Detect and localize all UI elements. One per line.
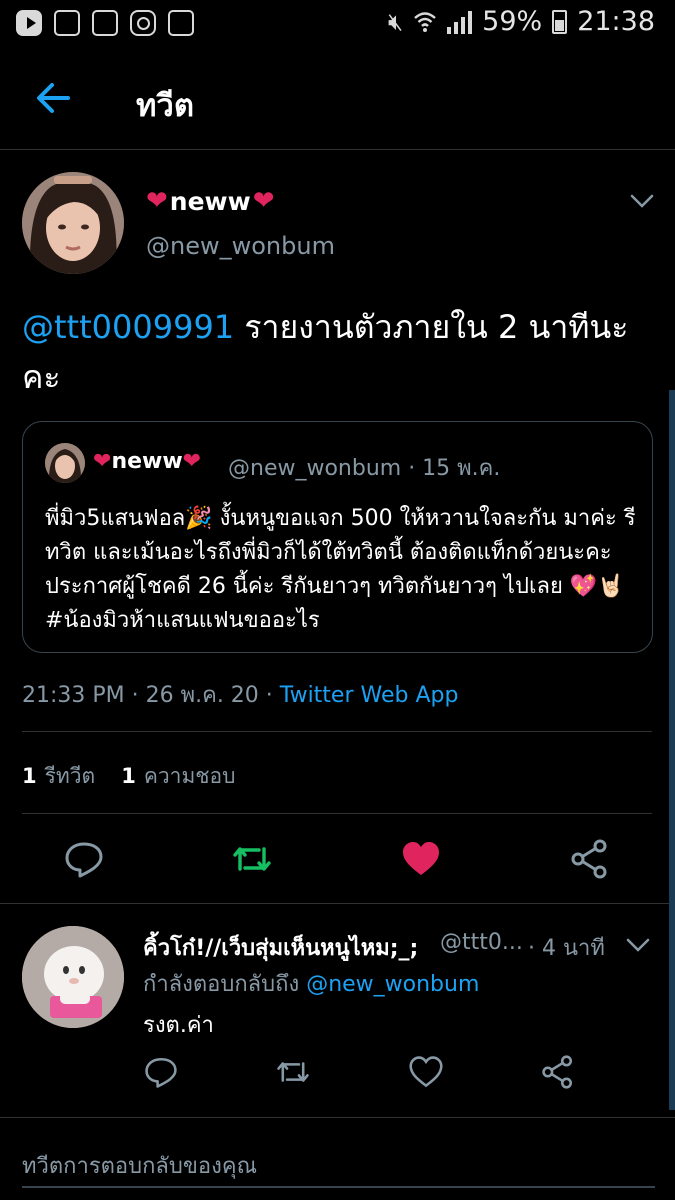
mute-icon: 🔇︎ — [388, 7, 404, 36]
avatar-photo — [22, 926, 124, 1028]
mention-link[interactable]: @ttt0009991 — [22, 308, 234, 346]
quoted-display-name: ❤ neww ❤ — [93, 449, 201, 474]
reply-author-avatar[interactable] — [22, 926, 124, 1028]
input-underline — [22, 1186, 655, 1188]
gallery-icon — [54, 10, 80, 36]
reply-time: · 4 นาที — [528, 936, 605, 961]
author-handle[interactable]: @new_wonbum — [146, 232, 335, 260]
dictionary-icon — [168, 10, 194, 36]
back-arrow-icon[interactable] — [30, 74, 78, 122]
retweet-icon[interactable] — [232, 839, 272, 879]
system-status: 🔇︎ 59% 21:38 — [388, 6, 655, 37]
clock: 21:38 — [577, 6, 655, 37]
engagement-stats: 1 รีทวีต 1 ความชอบ — [22, 760, 235, 793]
divider — [0, 903, 675, 904]
timestamp-text: 21:33 PM · 26 พ.ค. 20 · — [22, 683, 280, 708]
share-icon[interactable] — [570, 839, 610, 879]
reply-icon[interactable] — [64, 839, 104, 879]
heart-emoji-icon: ❤ — [252, 186, 275, 216]
keyboard-icon — [92, 10, 118, 36]
like-heart-icon[interactable] — [401, 839, 441, 879]
author-name-text: neww — [169, 186, 251, 216]
author-display-name[interactable]: ❤ neww ❤ — [146, 186, 275, 216]
heart-emoji-icon: ❤ — [182, 449, 202, 474]
divider — [22, 813, 652, 814]
heart-emoji-icon: ❤ — [146, 186, 168, 216]
source-link[interactable]: Twitter Web App — [280, 683, 459, 708]
chevron-down-icon[interactable] — [625, 932, 651, 958]
youtube-icon — [16, 10, 42, 36]
reply-display-name[interactable]: คิ้วโก๋!//เว็บสุ่มเห็นหนูไหม;_; — [143, 930, 418, 965]
retweet-icon[interactable] — [276, 1055, 310, 1089]
replying-to: กำลังตอบกลับถึง @new_wonbum — [143, 966, 479, 1001]
tweet-text: @ttt0009991 รายงานตัวภายใน 2 นาทีนะคะ — [22, 302, 662, 402]
retweets-count: 1 — [22, 764, 37, 788]
replying-label: กำลังตอบกลับถึง — [143, 972, 307, 997]
wifi-icon — [414, 11, 437, 32]
reply-input-placeholder[interactable]: ทวีตการตอบกลับของคุณ — [22, 1148, 257, 1183]
reply-handle[interactable]: @ttt0... — [440, 930, 523, 955]
battery-percent: 59% — [482, 6, 543, 37]
signal-icon — [447, 10, 473, 34]
reply-composer[interactable]: ทวีตการตอบกลับของคุณ — [0, 1117, 675, 1200]
divider — [22, 731, 652, 732]
author-avatar[interactable] — [22, 172, 124, 274]
likes-stat[interactable]: 1 ความชอบ — [121, 760, 235, 793]
reply-text: รงต.ค่า — [143, 1013, 214, 1038]
instagram-icon — [130, 10, 156, 36]
chevron-down-icon[interactable] — [629, 188, 655, 214]
page-title: ทวีต — [136, 88, 194, 124]
quoted-handle-time: @new_wonbum · 15 พ.ค. — [228, 456, 501, 481]
retweets-stat[interactable]: 1 รีทวีต — [22, 760, 95, 793]
avatar-photo — [22, 172, 124, 274]
likes-label: ความชอบ — [143, 764, 236, 788]
status-bar: 🔇︎ 59% 21:38 — [0, 0, 675, 48]
reply-icon[interactable] — [144, 1055, 178, 1089]
quoted-tweet[interactable]: ❤ neww ❤ @new_wonbum · 15 พ.ค. พี่มิว5แส… — [22, 421, 653, 653]
tweet-timestamp: 21:33 PM · 26 พ.ค. 20 · Twitter Web App — [22, 677, 458, 712]
heart-emoji-icon: ❤ — [93, 449, 112, 474]
retweets-label: รีทวีต — [44, 764, 96, 788]
notification-icons — [16, 10, 194, 36]
likes-count: 1 — [121, 764, 136, 788]
top-app-bar: ทวีต — [0, 50, 675, 150]
quoted-avatar — [45, 443, 85, 483]
share-icon[interactable] — [541, 1055, 575, 1089]
quoted-text: พี่มิว5แสนฟอล🎉 งั้นหนูขอแจก 500 ให้หวานใ… — [45, 506, 636, 633]
scrollbar[interactable] — [669, 390, 675, 1110]
replying-to-link[interactable]: @new_wonbum — [306, 972, 479, 997]
battery-icon — [552, 9, 568, 34]
quoted-name-text: neww — [111, 449, 183, 474]
like-heart-icon[interactable] — [409, 1055, 443, 1089]
